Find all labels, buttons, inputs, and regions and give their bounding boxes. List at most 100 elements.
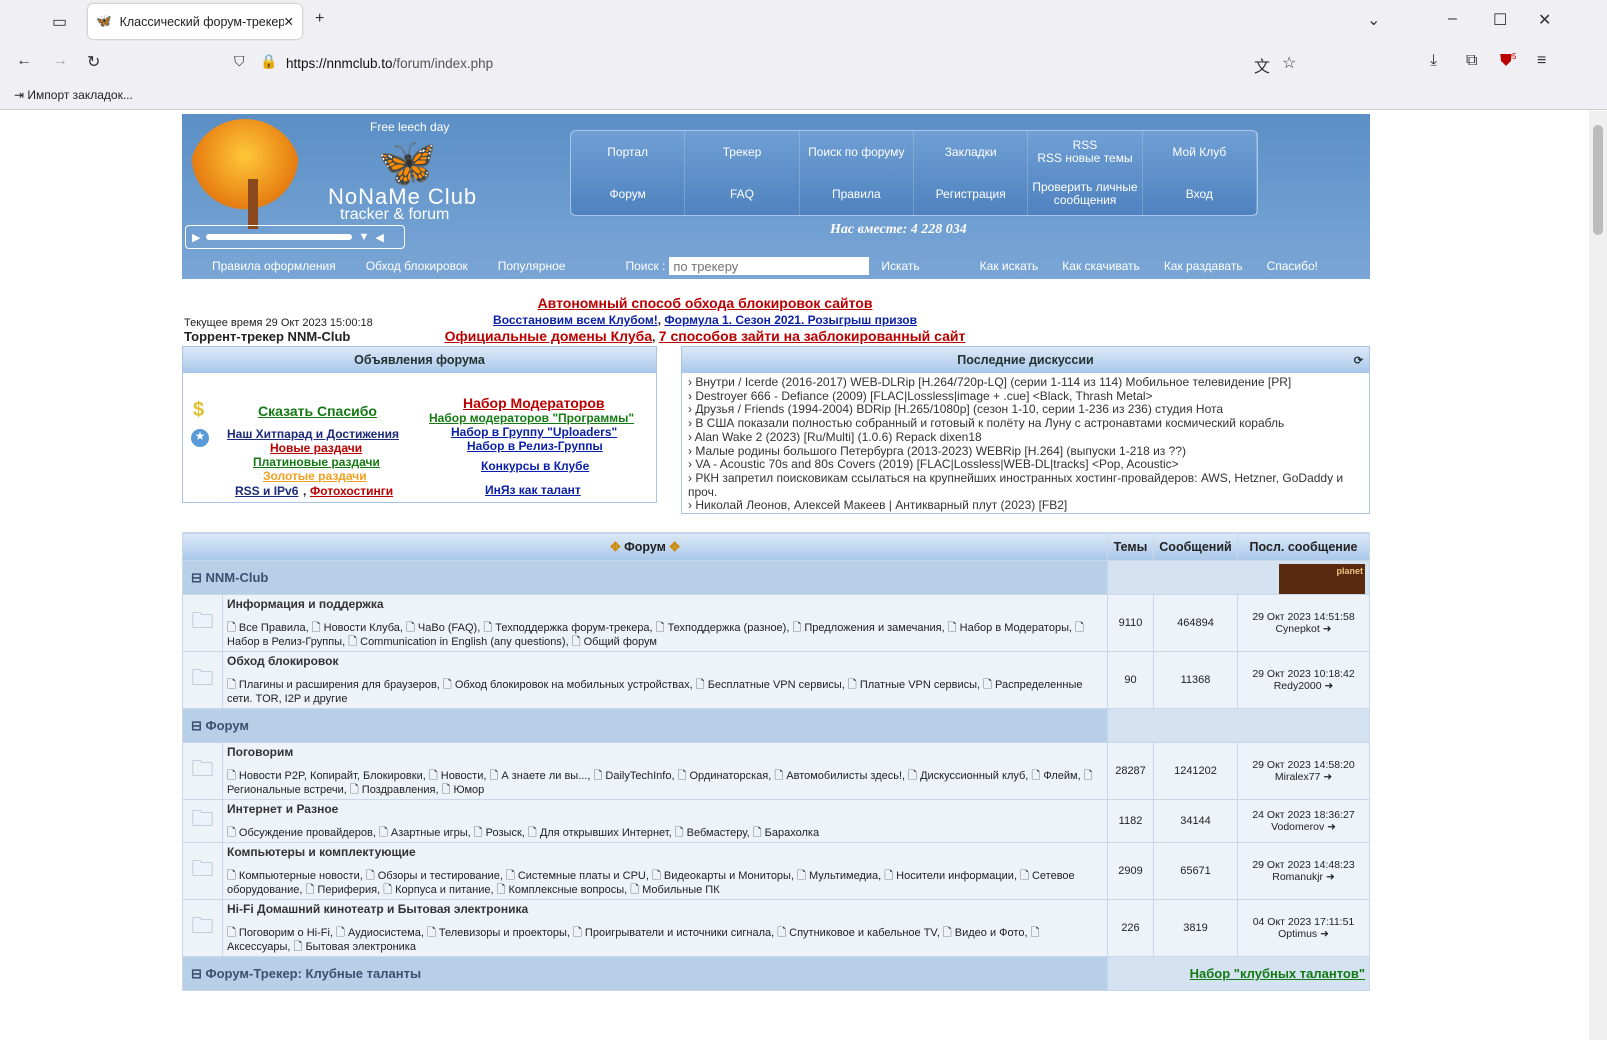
nav-popular[interactable]: Популярное bbox=[498, 259, 566, 273]
last-post-author[interactable]: Miralex77 bbox=[1275, 771, 1321, 783]
subforum-link[interactable]: Телевизоры и проекторы bbox=[439, 927, 567, 939]
collapse-icon[interactable]: ⊟ bbox=[191, 966, 206, 981]
announce-link[interactable]: Официальные домены Клуба bbox=[445, 328, 653, 344]
discussion-link[interactable]: Малые родины большого Петербурга (2013-2… bbox=[695, 444, 1186, 458]
menu-item[interactable]: Вход bbox=[1143, 173, 1257, 215]
subforum-link[interactable]: Платные VPN сервисы bbox=[860, 679, 977, 691]
announce-link[interactable]: Автономный способ обхода блокировок сайт… bbox=[538, 295, 873, 311]
forum-name[interactable]: Обход блокировок bbox=[227, 654, 1103, 668]
subforum-link[interactable]: Мобильные ПК bbox=[642, 884, 719, 896]
discussion-link[interactable]: Друзья / Friends (1994-2004) BDRip [H.26… bbox=[695, 402, 1223, 417]
forum-name[interactable]: Компьютеры и комплектующие bbox=[227, 845, 1103, 859]
subforum-link[interactable]: Новости Клуба bbox=[324, 622, 400, 634]
extensions-icon[interactable]: ⧉ bbox=[1466, 52, 1477, 70]
browser-tab[interactable]: 🦋 Классический форум-трекер ✕ bbox=[88, 4, 302, 39]
discussion-link[interactable]: Николай Леонов, Алексей Макеев | Антиква… bbox=[695, 498, 1067, 512]
forward-icon[interactable]: → bbox=[52, 52, 68, 70]
subforum-link[interactable]: Ординаторская bbox=[690, 770, 769, 782]
subforum-link[interactable]: А знаете ли вы... bbox=[501, 770, 587, 782]
subforum-link[interactable]: Аудиосистема bbox=[348, 927, 421, 939]
ad-link[interactable]: Платиновые раздачи bbox=[253, 455, 380, 469]
nav-how-download[interactable]: Как скачивать bbox=[1062, 259, 1140, 273]
category-name[interactable]: ⊟ Форум bbox=[182, 708, 1108, 743]
subforum-link[interactable]: Бытовая электроника bbox=[305, 941, 416, 953]
nav-bypass[interactable]: Обход блокировок bbox=[366, 259, 468, 273]
subforum-link[interactable]: Техподдержка (разное) bbox=[668, 622, 787, 634]
minimize-icon[interactable]: – bbox=[1448, 10, 1457, 28]
bookmark-import[interactable]: ⇥ Импорт закладок... bbox=[14, 88, 133, 102]
subforum-link[interactable]: Барахолка bbox=[765, 827, 819, 839]
new-tab-icon[interactable]: + bbox=[315, 10, 324, 28]
collapse-icon[interactable]: ⊟ bbox=[191, 570, 206, 585]
subforum-link[interactable]: Компьютерные новости bbox=[239, 870, 360, 882]
last-post-user[interactable]: Optimus ➜ bbox=[1238, 928, 1369, 940]
subforum-link[interactable]: Аксессуары bbox=[227, 941, 287, 953]
subforum-link[interactable]: Плагины и расширения для браузеров bbox=[239, 679, 437, 691]
subforum-link[interactable]: Корпуса и питание bbox=[395, 884, 490, 896]
ad-link[interactable]: Новые раздачи bbox=[270, 441, 362, 455]
subforum-link[interactable]: Набор в Модераторы bbox=[960, 622, 1069, 634]
category-name[interactable]: ⊟ Форум-Трекер: Клубные таланты bbox=[182, 956, 1108, 991]
subforum-link[interactable]: Розыск bbox=[486, 827, 522, 839]
subforum-link[interactable]: Поздравления bbox=[362, 784, 436, 796]
subforum-link[interactable]: Региональные встречи bbox=[227, 784, 344, 796]
ublock-icon[interactable]: ⛊5 bbox=[1500, 52, 1516, 70]
list-all-tabs-icon[interactable]: ⌄ bbox=[1367, 10, 1380, 30]
subforum-link[interactable]: Видео и Фото bbox=[955, 927, 1025, 939]
subforum-link[interactable]: Мультимедиа bbox=[809, 870, 878, 882]
subforum-link[interactable]: Техподдержка форум-трекера bbox=[495, 622, 649, 634]
subforum-link[interactable]: Поговорим о Hi-Fi bbox=[239, 927, 330, 939]
last-post-user[interactable]: Vodomerov ➜ bbox=[1238, 821, 1369, 833]
discussion-item[interactable]: › Destroyer 666 - Defiance (2009) [FLAC|… bbox=[688, 389, 1363, 404]
discussion-item[interactable]: › VA - Acoustic 70s and 80s Covers (2019… bbox=[688, 457, 1363, 472]
play-icon[interactable]: ▶ bbox=[192, 231, 200, 244]
discussion-link[interactable]: РКН запретил поисковикам ссылаться на кр… bbox=[688, 471, 1343, 499]
volume-icon[interactable]: ◀ bbox=[375, 231, 383, 244]
nav-rules[interactable]: Правила оформления bbox=[212, 259, 336, 273]
last-post-author[interactable]: Romanukjr bbox=[1272, 871, 1323, 883]
player-progress[interactable] bbox=[206, 234, 353, 240]
audio-player[interactable]: ▶ ▼ ◀ bbox=[185, 225, 405, 249]
subforum-link[interactable]: Обзоры и тестирование bbox=[378, 870, 500, 882]
subforum-link[interactable]: Носители информации bbox=[896, 870, 1014, 882]
subforum-link[interactable]: ЧаВо (FAQ) bbox=[418, 622, 477, 634]
scrollbar[interactable] bbox=[1589, 111, 1607, 1040]
discussion-item[interactable]: › Друзья / Friends (1994-2004) BDRip [H.… bbox=[688, 403, 1363, 417]
col-forum[interactable]: ✥ Форум ✥ bbox=[182, 532, 1108, 561]
subforum-link[interactable]: Для открывших Интернет bbox=[540, 827, 669, 839]
discussion-link[interactable]: VA - Acoustic 70s and 80s Covers (2019) … bbox=[695, 457, 1178, 471]
subforum-link[interactable]: Новости bbox=[441, 770, 484, 782]
goto-post-icon[interactable]: ➜ bbox=[1320, 623, 1332, 635]
last-post-author[interactable]: Optimus bbox=[1278, 928, 1317, 940]
announce-link[interactable]: Формула 1. Сезон 2021. Розыгрыш призов bbox=[664, 313, 917, 327]
forum-name[interactable]: Информация и поддержка bbox=[227, 597, 1103, 611]
subforum-link[interactable]: Спутниковое и кабельное TV bbox=[789, 927, 937, 939]
last-post-user[interactable]: Miralex77 ➜ bbox=[1238, 771, 1369, 783]
last-post-author[interactable]: Vodomerov bbox=[1271, 821, 1324, 833]
subforum-link[interactable]: Обход блокировок на мобильных устройства… bbox=[455, 679, 690, 691]
search-input[interactable] bbox=[669, 257, 870, 275]
menu-item[interactable]: Проверить личные сообщения bbox=[1028, 173, 1143, 215]
close-tab-icon[interactable]: ✕ bbox=[284, 14, 294, 29]
menu-item[interactable]: Мой Клуб bbox=[1143, 131, 1257, 173]
ad-link[interactable]: Набор Модераторов bbox=[463, 395, 605, 411]
nav-how-seed[interactable]: Как раздавать bbox=[1164, 259, 1243, 273]
category-label[interactable]: Форум-Трекер: Клубные таланты bbox=[206, 966, 422, 981]
ad-link[interactable]: Наш Хитпарад и Достижения bbox=[227, 427, 399, 441]
subforum-link[interactable]: Общий форум bbox=[584, 636, 657, 648]
category-label[interactable]: Форум bbox=[206, 718, 249, 733]
category-label[interactable]: NNM-Club bbox=[206, 570, 269, 585]
bookmark-star-icon[interactable]: ☆ bbox=[1282, 53, 1296, 73]
menu-icon[interactable]: ≡ bbox=[1537, 52, 1546, 70]
discussion-item[interactable]: › Alan Wake 2 (2023) [Ru/Multi] (1.0.6) … bbox=[688, 430, 1363, 445]
shield-icon[interactable]: ⛉ bbox=[234, 53, 245, 70]
reload-icon[interactable]: ↻ bbox=[87, 52, 100, 72]
subforum-link[interactable]: Новости P2P, Копирайт, Блокировки bbox=[239, 770, 423, 782]
last-post-author[interactable]: Cynepkot bbox=[1275, 623, 1319, 635]
back-icon[interactable]: ← bbox=[16, 52, 32, 70]
menu-item[interactable]: RSS RSS новые темы bbox=[1028, 131, 1143, 173]
ad-link[interactable]: RSS и IPv6 bbox=[235, 484, 298, 498]
downloads-icon[interactable]: ⤓ bbox=[1430, 52, 1437, 70]
menu-item[interactable]: Форум bbox=[571, 173, 686, 215]
translate-icon[interactable]: 文 bbox=[1254, 53, 1270, 77]
